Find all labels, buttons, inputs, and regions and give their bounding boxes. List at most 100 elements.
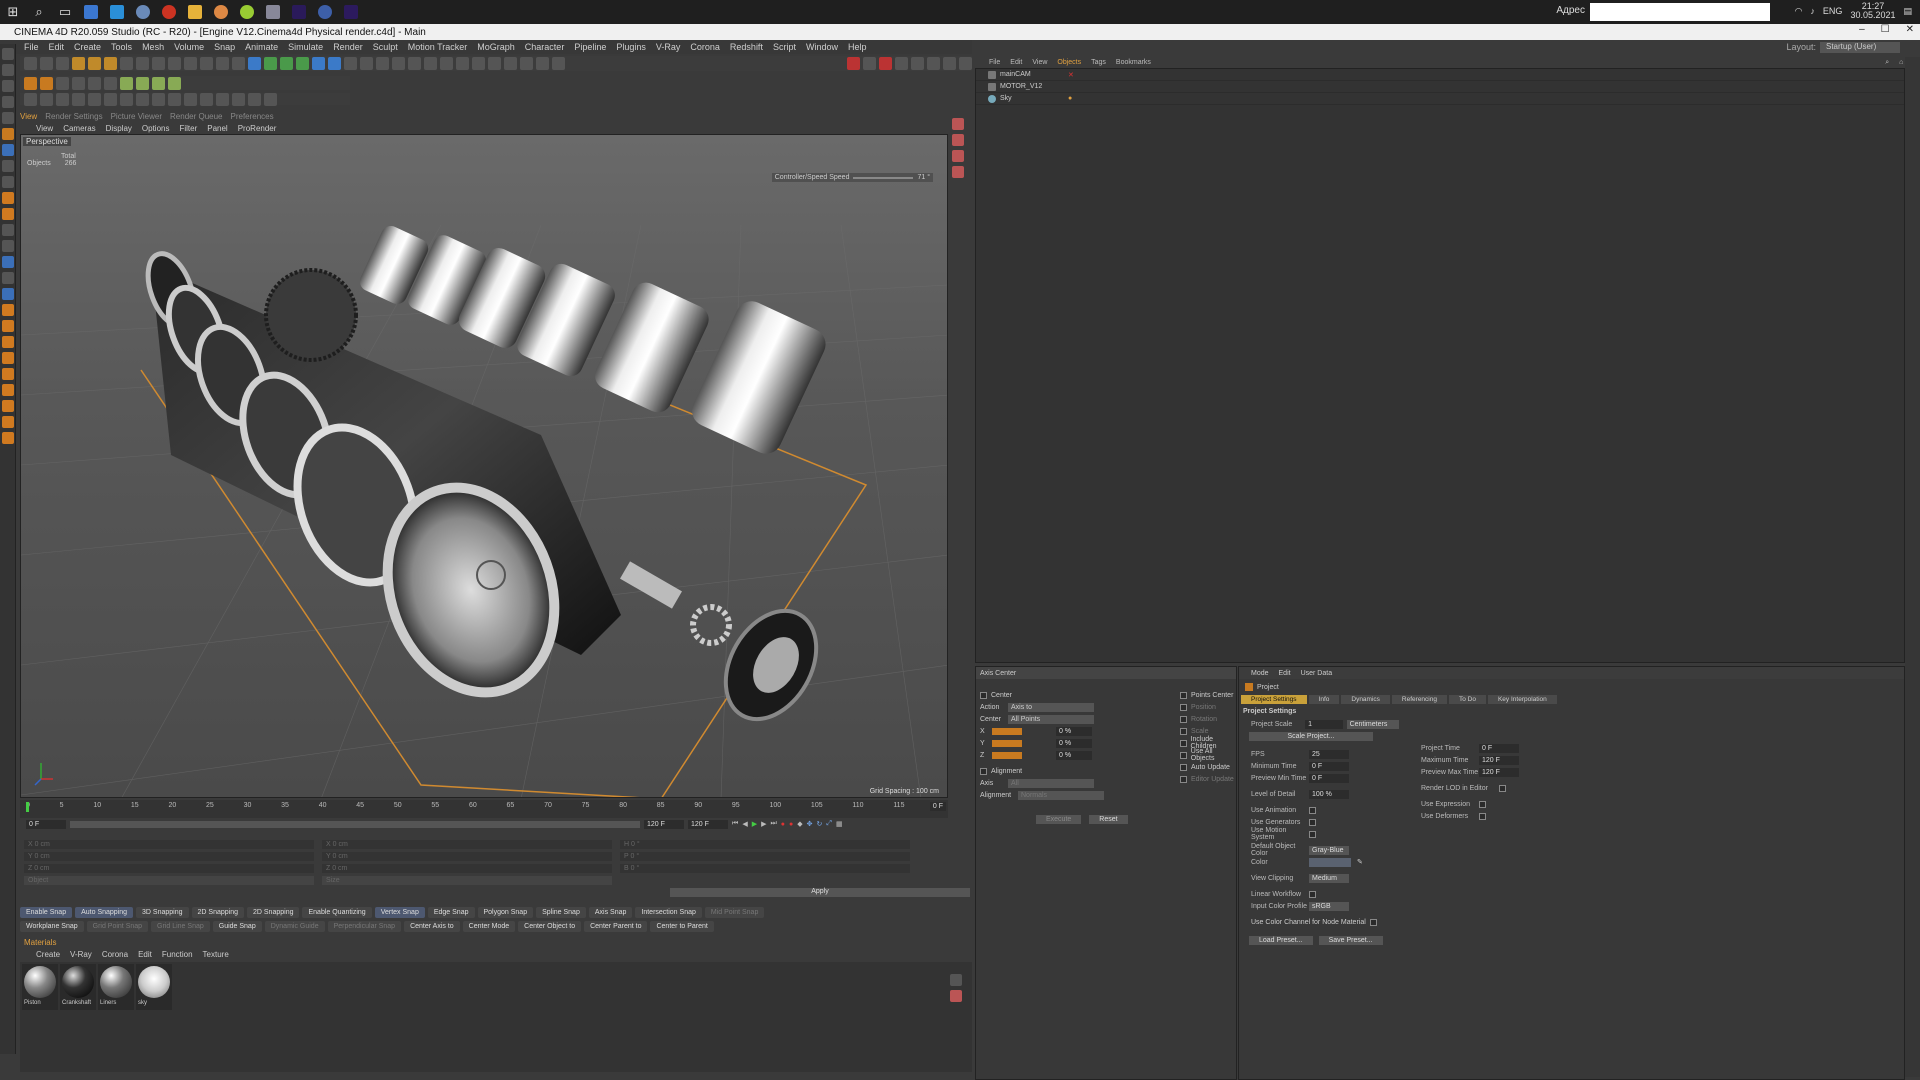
preview-min-field[interactable]: 0 F xyxy=(1309,773,1349,783)
tool-icon[interactable] xyxy=(952,134,964,146)
points-center-checkbox[interactable] xyxy=(1180,691,1187,699)
tool-icon[interactable] xyxy=(2,80,14,92)
render-lod-checkbox[interactable] xyxy=(1499,784,1506,792)
tool-icon[interactable] xyxy=(952,166,964,178)
action-select[interactable]: Axis to xyxy=(1008,702,1094,712)
goto-end-icon[interactable]: ⏭ xyxy=(770,820,776,828)
floor-icon[interactable] xyxy=(328,57,341,70)
project-scale-unit-select[interactable]: Centimeters xyxy=(1346,719,1399,729)
coordinate-mode-select[interactable]: Object xyxy=(24,875,314,885)
menu-corona[interactable]: Corona xyxy=(690,42,720,52)
material-swatch[interactable]: sky xyxy=(136,964,172,1010)
tool-icon[interactable] xyxy=(40,92,53,106)
center-axis-to-button[interactable]: Center Axis to xyxy=(404,921,460,932)
tool-icon[interactable] xyxy=(56,76,69,90)
execute-button[interactable]: Execute xyxy=(1036,814,1082,824)
task-view-icon[interactable]: ▭ xyxy=(52,0,78,24)
enable-snap-button[interactable]: Enable Snap xyxy=(20,907,73,918)
start-icon[interactable]: ⊞ xyxy=(0,0,26,24)
3d-viewport[interactable]: Perspective Total Objects 266 Controller… xyxy=(20,134,948,798)
y-value-field[interactable]: 0 % xyxy=(1056,738,1092,748)
tool-icon[interactable] xyxy=(959,57,972,70)
tool-icon[interactable] xyxy=(2,320,14,332)
address-input[interactable] xyxy=(1590,3,1770,21)
center-to-parent-button[interactable]: Center to Parent xyxy=(650,921,714,932)
object-row[interactable]: MOTOR_V12 xyxy=(976,81,1904,93)
tool-icon[interactable] xyxy=(136,92,149,106)
scale-key-icon[interactable]: ⤢ xyxy=(826,820,832,828)
tool-icon[interactable] xyxy=(232,92,245,106)
viewport-menu-cameras[interactable]: Cameras xyxy=(63,124,95,133)
tool-icon[interactable] xyxy=(552,57,565,70)
tool-icon[interactable] xyxy=(536,57,549,70)
object-row[interactable]: Sky ● xyxy=(976,93,1904,105)
workplane-snap-button[interactable]: Workplane Snap xyxy=(20,921,84,932)
tool-icon[interactable] xyxy=(952,118,964,130)
load-preset-button[interactable]: Load Preset... xyxy=(1249,935,1313,945)
use-all-objects-checkbox[interactable] xyxy=(1180,751,1187,759)
tool-icon[interactable] xyxy=(184,92,197,106)
tool-icon[interactable] xyxy=(56,92,69,106)
menu-create[interactable]: Create xyxy=(74,42,101,52)
rotation-b-field[interactable]: B 0 ° xyxy=(620,863,910,873)
tool-icon[interactable] xyxy=(520,57,533,70)
alignment-checkbox[interactable] xyxy=(980,767,987,775)
tool-icon[interactable] xyxy=(104,76,117,90)
fps-field[interactable]: 25 xyxy=(1309,749,1349,759)
objects-menu-edit[interactable]: Edit xyxy=(1010,59,1022,66)
y-slider[interactable] xyxy=(992,739,1022,747)
tool-icon[interactable] xyxy=(24,76,37,90)
perpendicular-snap-button[interactable]: Perpendicular Snap xyxy=(327,921,402,932)
polygon-snap-button[interactable]: Polygon Snap xyxy=(477,907,534,918)
tab-to-do[interactable]: To Do xyxy=(1448,695,1486,704)
tool-icon[interactable] xyxy=(200,92,213,106)
preview-max-field[interactable]: 120 F xyxy=(1479,767,1519,777)
material-swatch[interactable]: Crankshaft xyxy=(60,964,96,1010)
cloner-icon[interactable] xyxy=(296,57,309,70)
menu-script[interactable]: Script xyxy=(773,42,796,52)
chrome-icon[interactable] xyxy=(208,0,234,24)
recent-tool-icon[interactable] xyxy=(120,57,133,70)
keyframe-icon[interactable]: ◆ xyxy=(797,820,802,828)
viewport-menu-options[interactable]: Options xyxy=(142,124,170,133)
home-icon[interactable]: ⌂ xyxy=(1899,59,1903,66)
x-slider[interactable] xyxy=(992,727,1022,735)
materials-menu-function[interactable]: Function xyxy=(162,950,193,961)
volume-icon[interactable]: ♪ xyxy=(1810,6,1815,16)
vertex-snap-button[interactable]: Vertex Snap xyxy=(374,907,425,918)
tool-icon[interactable] xyxy=(120,76,133,90)
render-settings-icon[interactable] xyxy=(232,57,245,70)
objects-menu-tags[interactable]: Tags xyxy=(1091,59,1106,66)
tool-icon[interactable] xyxy=(943,57,956,70)
maximize-button[interactable]: ☐ xyxy=(1881,24,1890,35)
tool-icon[interactable] xyxy=(408,57,421,70)
viewport-menu-filter[interactable]: Filter xyxy=(179,124,197,133)
reset-button[interactable]: Reset xyxy=(1089,814,1128,824)
render-picture-icon[interactable] xyxy=(216,57,229,70)
tab-project-settings[interactable]: Project Settings xyxy=(1241,695,1307,704)
tool-icon[interactable] xyxy=(2,160,14,172)
x-value-field[interactable]: 0 % xyxy=(1056,726,1092,736)
tool-icon[interactable] xyxy=(424,57,437,70)
material-swatch[interactable]: Liners xyxy=(98,964,134,1010)
controller-slider[interactable] xyxy=(853,176,914,179)
dynamic-guide-button[interactable]: Dynamic Guide xyxy=(264,921,325,932)
x-axis-icon[interactable] xyxy=(136,57,149,70)
tab-render-queue[interactable]: Render Queue xyxy=(170,112,222,122)
tool-icon[interactable] xyxy=(2,416,14,428)
color-swatch[interactable] xyxy=(1309,857,1351,867)
cinema4d-icon[interactable] xyxy=(312,0,338,24)
tab-dynamics[interactable]: Dynamics xyxy=(1341,695,1390,704)
menu-character[interactable]: Character xyxy=(525,42,565,52)
color-channel-checkbox[interactable] xyxy=(1369,918,1377,926)
undo-icon[interactable] xyxy=(24,57,37,70)
close-button[interactable]: ✕ xyxy=(1906,24,1914,35)
viewport-menu-panel[interactable]: Panel xyxy=(207,124,227,133)
tab-view[interactable]: View xyxy=(20,112,37,122)
play-icon[interactable]: ▶ xyxy=(752,820,757,828)
tool-icon[interactable] xyxy=(248,92,261,106)
tool-icon[interactable] xyxy=(911,57,924,70)
tool-icon[interactable] xyxy=(2,288,14,300)
app-icon[interactable] xyxy=(156,0,182,24)
next-key-icon[interactable]: ▶ xyxy=(761,820,766,828)
